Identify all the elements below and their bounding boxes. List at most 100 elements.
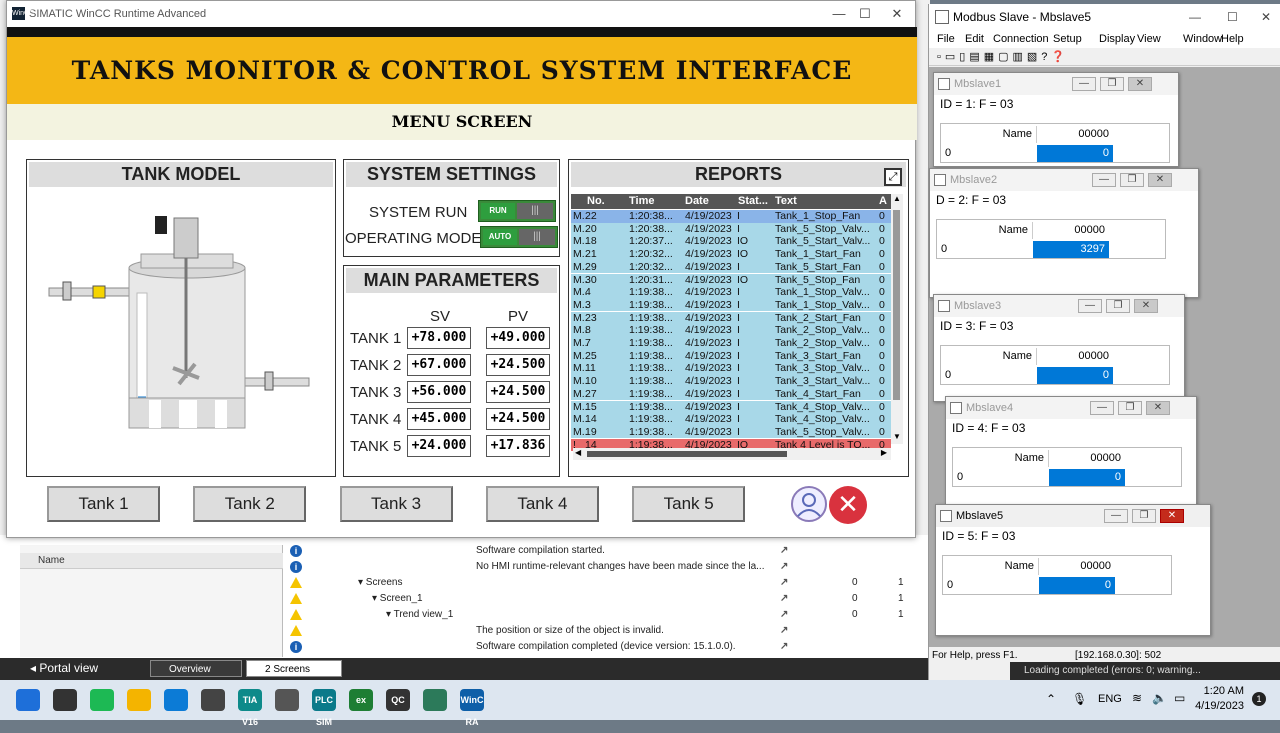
table-row[interactable]: M.. 23 1:19:38... 4/19/2023 I Tank_2_Start_Fa… bbox=[571, 311, 891, 325]
table-row[interactable]: M.. 15 1:19:38... 4/19/2023 I Tank_4_Stop_Val… bbox=[571, 400, 891, 414]
menu-file[interactable]: File bbox=[937, 30, 955, 48]
battery-icon[interactable]: ▭ bbox=[1174, 691, 1185, 705]
restore-icon[interactable]: ❐ bbox=[1118, 401, 1142, 415]
language-indicator[interactable]: ENG bbox=[1098, 693, 1122, 705]
table-row[interactable]: M.. 30 1:20:31... 4/19/2023 IO Tank_5_Stop_Fa… bbox=[571, 273, 891, 287]
goto-icon[interactable]: ↗ bbox=[780, 623, 788, 639]
log-row[interactable]: i Software compilation started. ↗ bbox=[286, 543, 926, 559]
slave-window-4[interactable]: Mbslave4— ❐ ✕ ID = 4: F = 03 Name 00000 0 0 bbox=[945, 396, 1197, 506]
sv-value[interactable]: +24.000 bbox=[407, 435, 471, 457]
close-icon[interactable]: ✕ bbox=[1261, 4, 1271, 30]
tab-overview[interactable]: Overview bbox=[150, 660, 242, 677]
spotify-icon[interactable] bbox=[90, 689, 114, 711]
close-icon[interactable]: ✕ bbox=[1160, 509, 1184, 523]
scroll-right-icon[interactable]: ▶ bbox=[881, 448, 887, 457]
clock-app-icon[interactable] bbox=[201, 689, 225, 711]
name-column-header[interactable]: Name bbox=[20, 553, 283, 569]
register-value[interactable]: 3297 bbox=[1033, 241, 1109, 258]
goto-icon[interactable]: ↗ bbox=[780, 639, 788, 655]
table-row[interactable]: M.. 22 1:20:38... 4/19/2023 I Tank_1_Stop_Fan… bbox=[571, 210, 891, 223]
slave-window-2[interactable]: Mbslave2— ❐ ✕ D = 2: F = 03 Name 00000 0 3297 bbox=[929, 168, 1199, 298]
tank-4-button[interactable]: Tank 4 bbox=[485, 486, 599, 522]
log-row[interactable]: i Software compilation completed (device … bbox=[286, 639, 926, 655]
goto-icon[interactable]: ↗ bbox=[780, 591, 788, 607]
wifi-icon[interactable]: ≋ bbox=[1132, 691, 1142, 705]
tank-2-button[interactable]: Tank 2 bbox=[193, 486, 307, 522]
table-row[interactable]: M.. 18 1:20:37... 4/19/2023 IO Tank_5_Start_V… bbox=[571, 235, 891, 248]
minimize-icon[interactable]: — bbox=[1104, 509, 1128, 523]
system-run-toggle[interactable]: RUN ||| bbox=[478, 200, 556, 222]
tool-icon[interactable] bbox=[275, 689, 299, 711]
edge-icon[interactable] bbox=[164, 689, 188, 711]
col-no[interactable]: No. bbox=[587, 195, 605, 207]
horizontal-scrollbar[interactable]: ◀ ▶ bbox=[573, 448, 891, 460]
register-value[interactable]: 0 bbox=[1037, 145, 1113, 162]
col-text[interactable]: Text bbox=[775, 195, 797, 207]
sv-value[interactable]: +67.000 bbox=[407, 354, 471, 376]
user-icon[interactable] bbox=[791, 486, 827, 522]
minimize-icon[interactable]: — bbox=[1078, 299, 1102, 313]
operating-mode-toggle[interactable]: AUTO ||| bbox=[480, 226, 558, 248]
restore-icon[interactable]: ❐ bbox=[1120, 173, 1144, 187]
close-icon[interactable]: ✕ bbox=[1134, 299, 1158, 313]
minimize-icon[interactable]: — bbox=[1072, 77, 1096, 91]
scroll-down-icon[interactable]: ▼ bbox=[893, 432, 901, 441]
register-value[interactable]: 0 bbox=[1049, 469, 1125, 486]
close-icon[interactable]: ✕ bbox=[1128, 77, 1152, 91]
table-row[interactable]: M.. 14 1:19:38... 4/19/2023 I Tank_4_Stop_Val… bbox=[571, 413, 891, 426]
search-icon[interactable] bbox=[53, 689, 77, 711]
excel-icon[interactable]: ex bbox=[349, 689, 373, 711]
expand-icon[interactable]: ⤢ bbox=[884, 168, 902, 186]
table-row[interactable]: M.. 8 1:19:38... 4/19/2023 I Tank_2_Stop_Valv… bbox=[571, 324, 891, 337]
qc-icon[interactable]: QC bbox=[386, 689, 410, 711]
modbus-app-icon[interactable] bbox=[423, 689, 447, 711]
col-date[interactable]: Date bbox=[685, 195, 709, 207]
menu-setup[interactable]: Setup bbox=[1053, 30, 1082, 48]
table-row[interactable]: M.. 19 1:19:38... 4/19/2023 I Tank_5_Stop_Val… bbox=[571, 425, 891, 439]
taskbar-clock[interactable]: 1:20 AM 4/19/2023 bbox=[1195, 684, 1244, 714]
col-ack[interactable]: A bbox=[879, 195, 887, 207]
table-row[interactable]: M.. 29 1:20:32... 4/19/2023 I Tank_5_Start_Fa… bbox=[571, 260, 891, 274]
table-row[interactable]: M.. 25 1:19:38... 4/19/2023 I Tank_3_Start_Fa… bbox=[571, 349, 891, 363]
volume-icon[interactable]: 🔈 bbox=[1152, 691, 1167, 705]
close-icon[interactable]: ✕ bbox=[1146, 401, 1170, 415]
log-row[interactable]: i No HMI runtime-relevant changes have be… bbox=[286, 559, 926, 575]
exit-icon[interactable]: ✕ bbox=[829, 486, 867, 524]
menu-connection[interactable]: Connection bbox=[993, 30, 1049, 48]
restore-icon[interactable]: ❐ bbox=[1132, 509, 1156, 523]
goto-icon[interactable]: ↗ bbox=[780, 607, 788, 623]
microphone-icon[interactable]: 🎙 bbox=[1072, 692, 1087, 706]
table-row[interactable]: M.. 4 1:19:38... 4/19/2023 I Tank_1_Stop_Valv… bbox=[571, 286, 891, 299]
slave-window-5[interactable]: Mbslave5— ❐ ✕ ID = 5: F = 03 Name 00000 0 0 bbox=[935, 504, 1211, 636]
sv-value[interactable]: +45.000 bbox=[407, 408, 471, 430]
hscroll-thumb[interactable] bbox=[587, 451, 787, 457]
scroll-up-icon[interactable]: ▲ bbox=[893, 194, 901, 203]
tank-3-button[interactable]: Tank 3 bbox=[339, 486, 453, 522]
slave-window-1[interactable]: Mbslave1— ❐ ✕ ID = 1: F = 03 Name 00000 0 0 bbox=[933, 72, 1179, 167]
slave-window-3[interactable]: Mbslave3— ❐ ✕ ID = 3: F = 03 Name 00000 0 0 bbox=[933, 294, 1185, 402]
goto-icon[interactable]: ↗ bbox=[780, 543, 788, 559]
maximize-icon[interactable]: ☐ bbox=[1227, 4, 1238, 30]
menu-edit[interactable]: Edit bbox=[965, 30, 984, 48]
scroll-thumb[interactable] bbox=[893, 210, 900, 400]
log-row[interactable]: ▾ Screens ↗ 0 1 bbox=[286, 575, 926, 591]
table-row[interactable]: M.. 3 1:19:38... 4/19/2023 I Tank_1_Stop_Valv… bbox=[571, 298, 891, 312]
minimize-icon[interactable]: — bbox=[1092, 173, 1116, 187]
windows-start-icon[interactable] bbox=[16, 689, 40, 711]
tank-5-button[interactable]: Tank 5 bbox=[632, 486, 746, 522]
sv-value[interactable]: +78.000 bbox=[407, 327, 471, 349]
log-row[interactable]: ▾ Trend view_1 ↗ 0 1 bbox=[286, 607, 926, 623]
close-icon[interactable]: ✕ bbox=[1148, 173, 1172, 187]
sv-value[interactable]: +56.000 bbox=[407, 381, 471, 403]
col-status[interactable]: Stat... bbox=[738, 195, 768, 207]
col-time[interactable]: Time bbox=[629, 195, 654, 207]
tia-portal-icon[interactable]: TIA V16 bbox=[238, 689, 262, 727]
menu-display[interactable]: Display bbox=[1099, 30, 1135, 48]
table-row[interactable]: M.. 20 1:20:38... 4/19/2023 I Tank_5_Stop_Val… bbox=[571, 222, 891, 236]
table-row[interactable]: M.. 27 1:19:38... 4/19/2023 I Tank_4_Start_Fa… bbox=[571, 387, 891, 401]
table-row[interactable]: M.. 11 1:19:38... 4/19/2023 I Tank_3_Stop_Val… bbox=[571, 362, 891, 375]
restore-icon[interactable]: ❐ bbox=[1100, 77, 1124, 91]
menu-window[interactable]: Window bbox=[1183, 30, 1222, 48]
toolbar-icons[interactable]: ▫▭▯▤▦▢▥▧?❓ bbox=[937, 50, 1069, 63]
plcsim-icon[interactable]: PLC SIM bbox=[312, 689, 336, 727]
